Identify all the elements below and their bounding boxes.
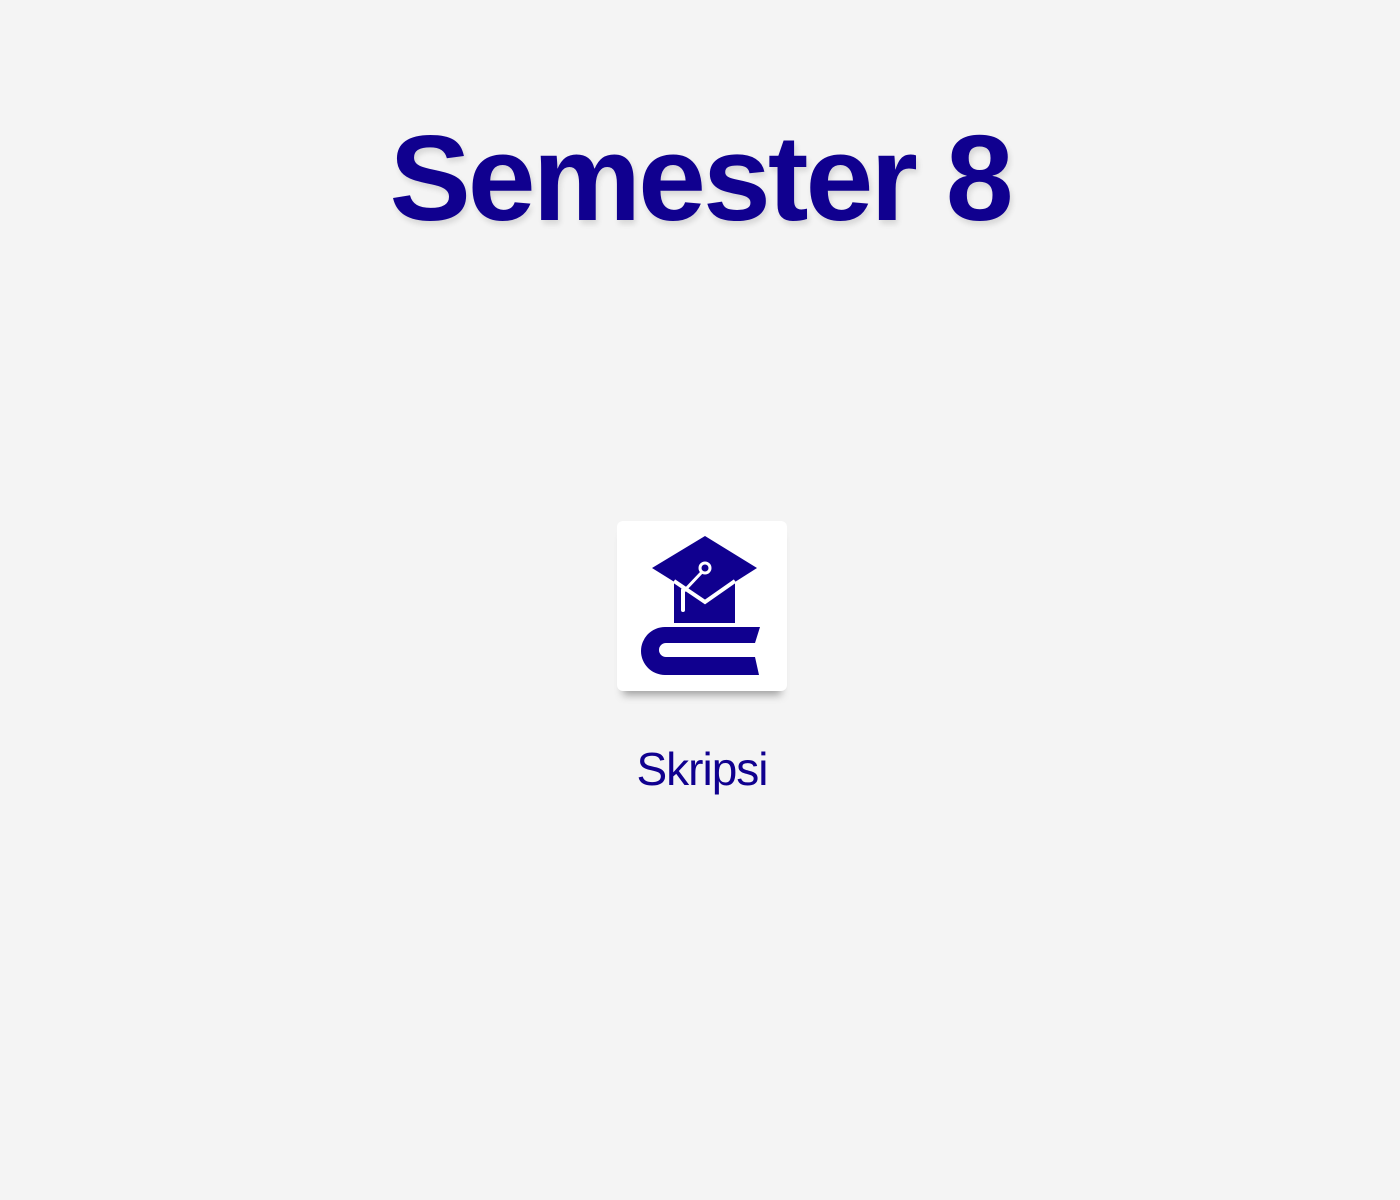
page-title: Semester 8	[389, 110, 1013, 246]
course-card-skripsi[interactable]	[617, 521, 787, 691]
course-label-skripsi[interactable]: Skripsi	[600, 740, 804, 798]
graduation-cap-book-icon	[641, 536, 760, 675]
